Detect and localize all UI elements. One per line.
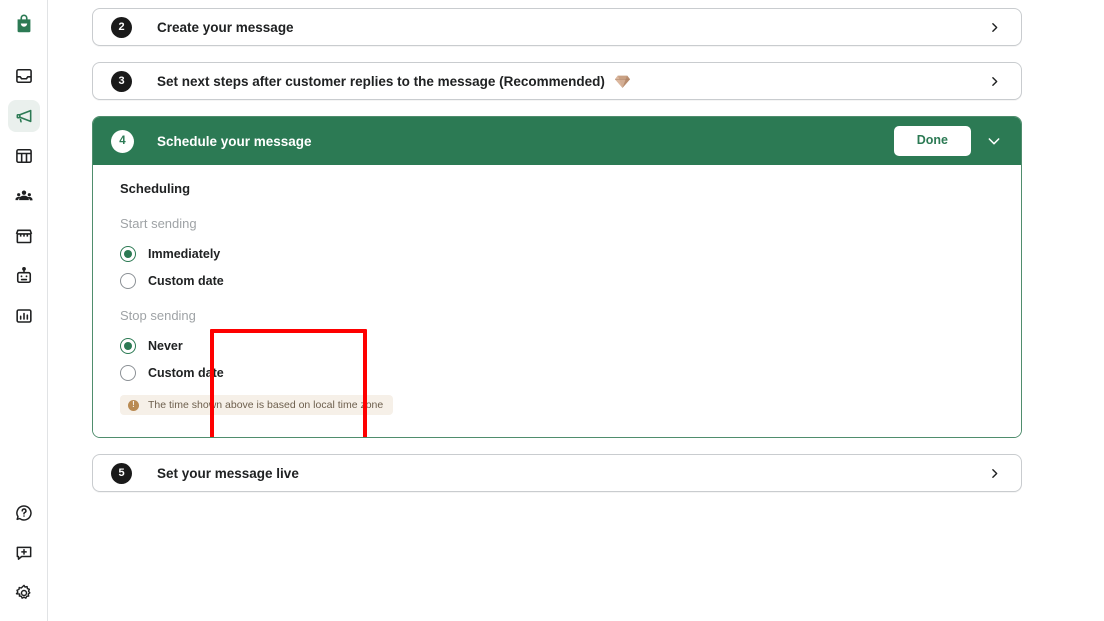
radio-label: Custom date [148,365,224,380]
step-number-badge: 5 [111,462,132,484]
radio-indicator[interactable] [120,245,136,262]
megaphone-icon [14,106,34,126]
robot-icon [14,266,34,286]
step-title-text: Create your message [157,19,294,35]
step-title-text: Schedule your message [157,133,312,149]
step-title: Set your message live [157,466,299,481]
step-4-header-actions: Done [893,126,1007,156]
sidebar-item-campaigns[interactable] [7,100,40,132]
step-title-text: Set next steps after customer replies to… [157,73,605,89]
step-4-header[interactable]: 4 Schedule your message Done [93,117,1021,165]
sidebar-bottom-group [0,493,48,613]
radio-label: Never [148,338,183,353]
radio-stop-custom-date[interactable]: Custom date [120,359,270,386]
chevron-right-icon[interactable] [982,17,1007,38]
step-number-badge: 4 [111,129,134,153]
campaign-steps-panel: 2 Create your message 3 Set next steps a… [48,0,1104,621]
start-sending-label: Start sending [120,216,197,231]
primary-sidebar [0,0,48,621]
step-title: Set next steps after customer replies to… [157,74,631,89]
gear-icon [14,583,34,603]
radio-start-immediately[interactable]: Immediately [120,240,270,267]
step-card-4-expanded: 4 Schedule your message Done Scheduling … [92,116,1022,438]
chevron-right-icon[interactable] [982,71,1007,92]
people-icon [14,186,34,206]
timezone-notice: ! The time shown above is based on local… [120,395,394,415]
scheduling-block: Scheduling Start sending Immediately Cus… [120,181,270,386]
shopping-bag-icon [13,13,35,35]
sidebar-item-reports[interactable] [8,300,40,332]
step-card-5[interactable]: 5 Set your message live [92,454,1022,492]
sidebar-top-group [7,0,40,336]
step-title-text: Set your message live [157,465,299,481]
sidebar-item-contacts[interactable] [8,180,40,212]
diamond-icon [614,74,631,89]
radio-indicator[interactable] [120,337,136,354]
info-circle-icon: ! [128,399,139,411]
bar-chart-icon [14,306,34,326]
timezone-notice-text: The time shown above is based on local t… [148,399,384,411]
step-card-2[interactable]: 2 Create your message [92,8,1022,46]
step-card-3[interactable]: 3 Set next steps after customer replies … [92,62,1022,100]
radio-indicator[interactable] [120,364,136,381]
storefront-icon [14,226,34,246]
sidebar-item-dashboard[interactable] [8,140,40,172]
sidebar-item-feedback[interactable] [8,537,40,569]
layout-columns-icon [14,146,34,166]
scheduling-title: Scheduling [120,181,191,196]
sidebar-item-bots[interactable] [8,260,40,292]
radio-indicator[interactable] [120,272,136,289]
sidebar-item-settings[interactable] [8,577,40,609]
radio-label: Custom date [148,273,224,288]
sidebar-item-inbox[interactable] [8,60,40,92]
inbox-icon [14,66,34,86]
step-title: Create your message [157,20,294,35]
sidebar-item-store[interactable] [8,220,40,252]
step-number-badge: 2 [111,16,132,38]
done-button[interactable]: Done [893,126,971,156]
step-number-badge: 3 [111,70,132,92]
sidebar-item-shop-logo[interactable] [8,8,40,40]
sidebar-item-help[interactable] [8,497,40,529]
stop-sending-label: Stop sending [120,308,196,323]
radio-label: Immediately [148,246,221,261]
question-circle-icon [14,503,34,523]
step-4-body: Scheduling Start sending Immediately Cus… [93,165,1021,437]
app-root: 2 Create your message 3 Set next steps a… [0,0,1104,621]
radio-stop-never[interactable]: Never [120,332,270,359]
chevron-down-icon[interactable] [981,128,1007,154]
chat-plus-icon [14,543,34,563]
chevron-right-icon[interactable] [982,463,1007,484]
radio-start-custom-date[interactable]: Custom date [120,267,270,294]
